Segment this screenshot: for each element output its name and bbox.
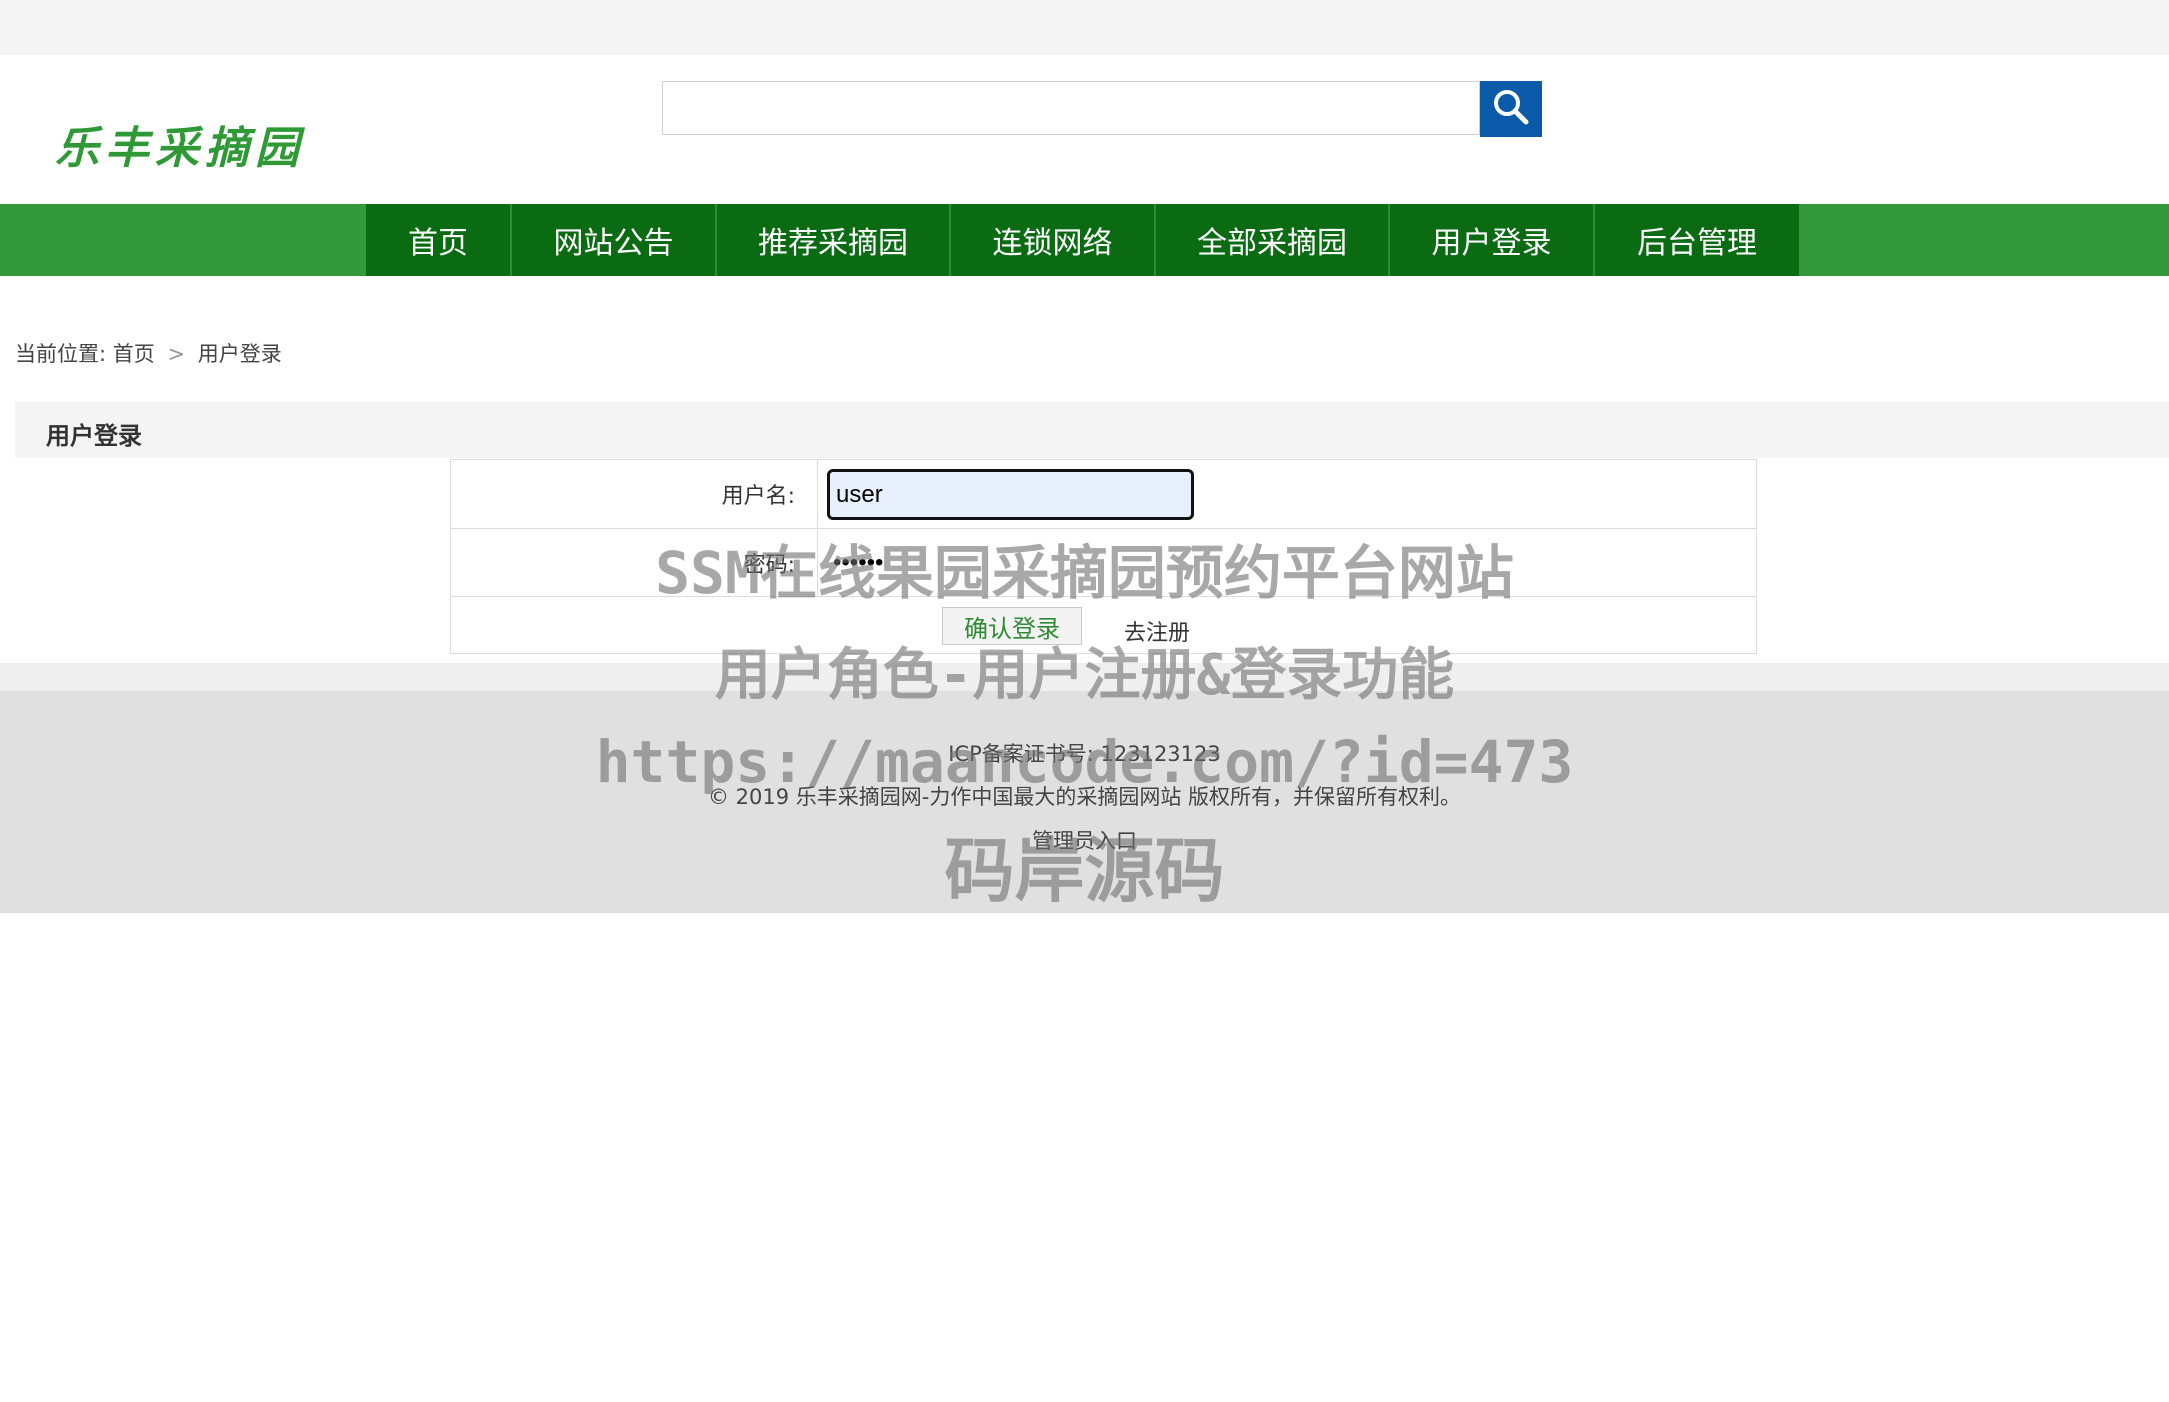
actions-row: 确认登录 去注册: [451, 597, 1756, 655]
nav-item-all-orchards[interactable]: 全部采摘园: [1156, 204, 1390, 276]
breadcrumb: 当前位置: 首页 > 用户登录: [15, 338, 282, 368]
nav-item-announcements[interactable]: 网站公告: [512, 204, 717, 276]
panel-header: 用户登录: [15, 402, 2169, 458]
search-box: [662, 81, 1480, 135]
site-logo[interactable]: 乐丰采摘园: [55, 112, 305, 176]
search-icon: [1491, 87, 1531, 131]
username-row: 用户名:: [451, 460, 1756, 529]
nav-item-chain-network[interactable]: 连锁网络: [951, 204, 1156, 276]
icp-record: ICP备案证书号: 123123123: [948, 742, 1221, 766]
nav-item-recommended[interactable]: 推荐采摘园: [717, 204, 951, 276]
password-label: 密码:: [451, 529, 818, 596]
breadcrumb-current: 用户登录: [197, 342, 282, 366]
register-link[interactable]: 去注册: [1124, 615, 1190, 647]
confirm-login-button[interactable]: 确认登录: [942, 607, 1082, 645]
breadcrumb-prefix: 当前位置:: [15, 342, 107, 366]
top-bar: [0, 0, 2169, 55]
nav-item-user-login[interactable]: 用户登录: [1390, 204, 1595, 276]
admin-entry-link[interactable]: 管理员入口: [0, 825, 2169, 855]
nav-item-admin[interactable]: 后台管理: [1595, 204, 1799, 276]
password-input[interactable]: [827, 541, 1194, 585]
main-navigation: 首页 网站公告 推荐采摘园 连锁网络 全部采摘园 用户登录 后台管理: [0, 204, 2169, 276]
site-footer: ICP备案证书号: 123123123 © 2019 乐丰采摘园网-力作中国最大…: [0, 691, 2169, 913]
breadcrumb-home[interactable]: 首页: [113, 342, 155, 366]
copyright-text: © 2019 乐丰采摘园网-力作中国最大的采摘园网站 版权所有，并保留所有权利。: [707, 785, 1462, 809]
nav-item-home[interactable]: 首页: [366, 204, 512, 276]
login-form: 用户名: 密码: 确认登录 去注册: [450, 459, 1757, 654]
username-input[interactable]: [827, 469, 1194, 520]
password-row: 密码:: [451, 529, 1756, 597]
footer-divider: [0, 663, 2169, 691]
chevron-right-icon: >: [167, 342, 186, 366]
panel-title: 用户登录: [46, 422, 142, 450]
username-label: 用户名:: [451, 460, 818, 528]
search-button[interactable]: [1480, 81, 1542, 137]
site-header: 乐丰采摘园: [0, 55, 2169, 203]
search-input[interactable]: [663, 82, 1479, 134]
